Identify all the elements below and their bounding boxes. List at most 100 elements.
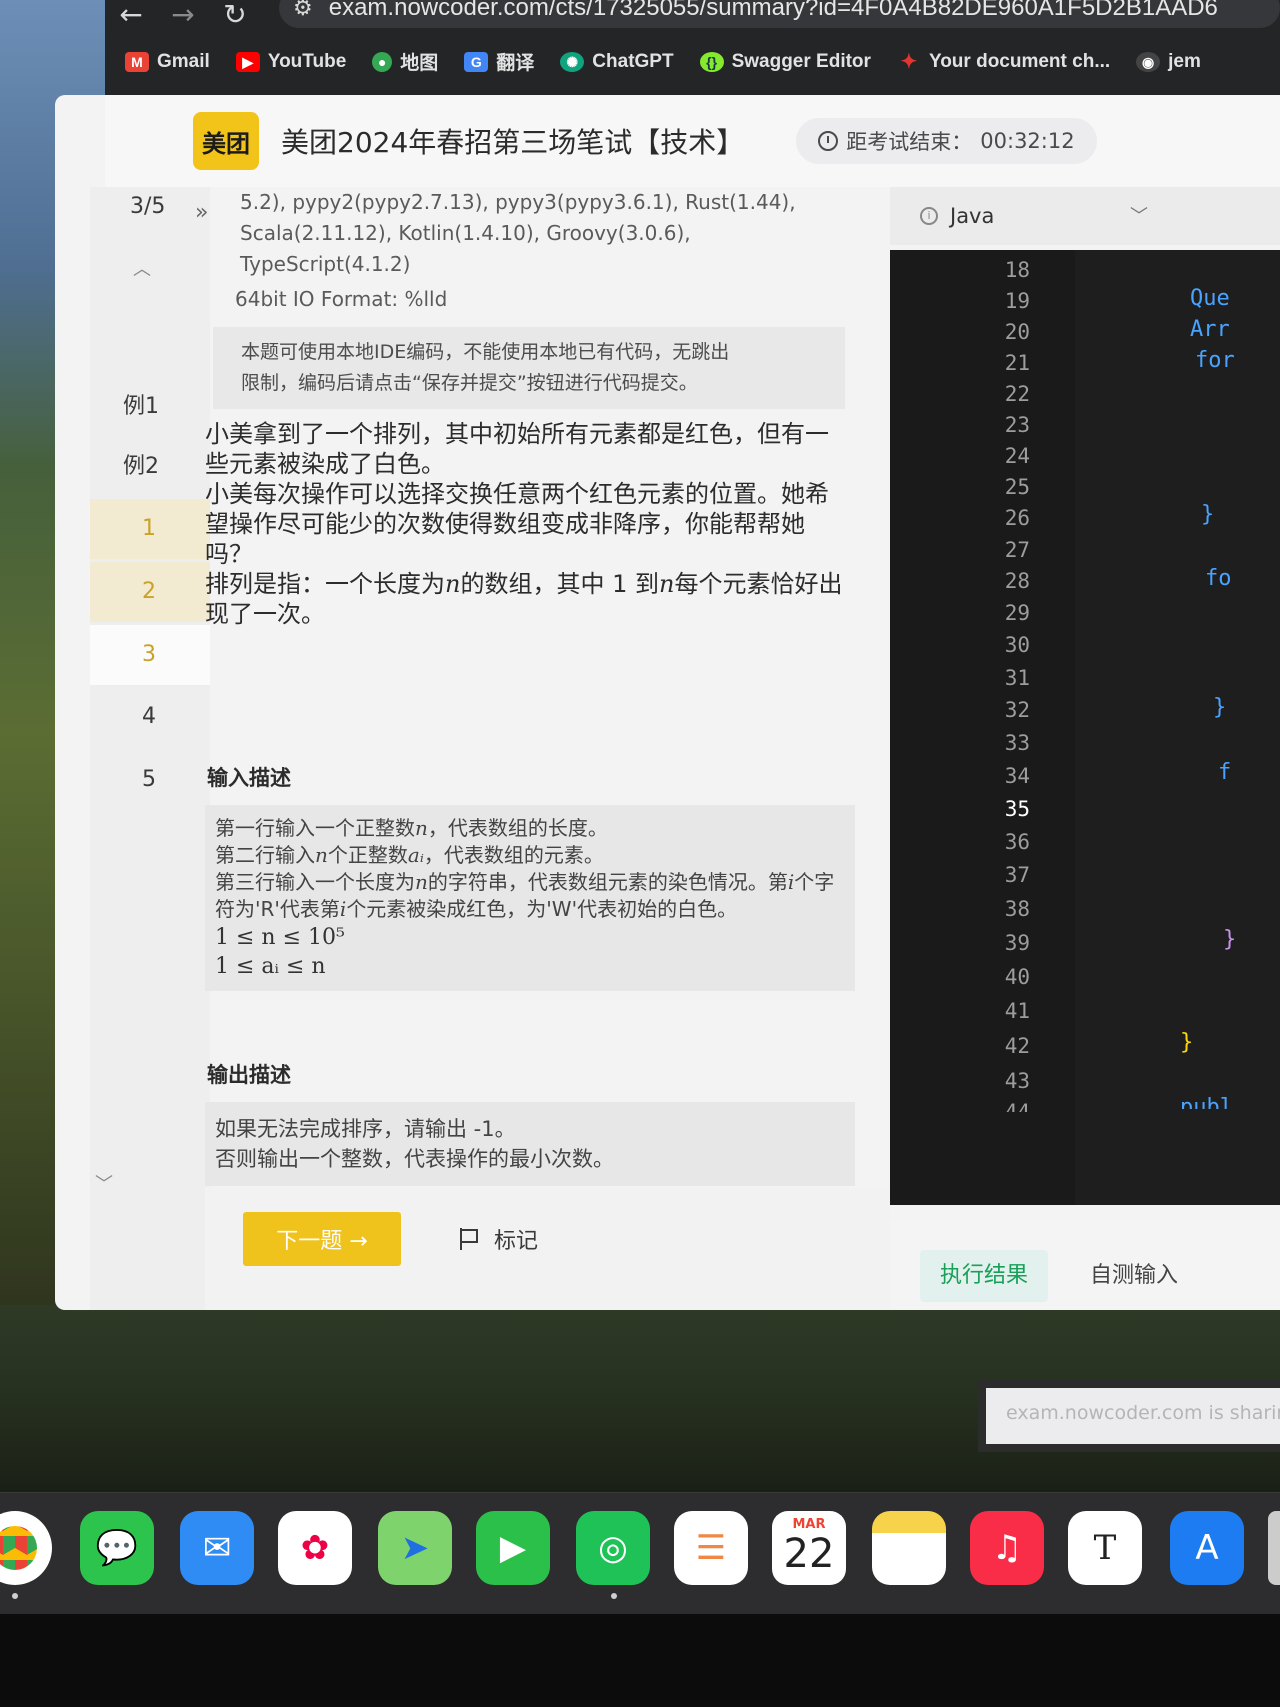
mark-label: 标记 xyxy=(494,1229,539,1254)
bookmark-label: Swagger Editor xyxy=(731,50,871,72)
line-number: 30 xyxy=(1004,633,1030,657)
constraint-n: 1 ≤ n ≤ 10⁵ xyxy=(215,925,345,950)
music-icon[interactable]: ♫ xyxy=(970,1511,1044,1585)
browser-chrome: ← → ↻ ⚙ exam.nowcoder.com/cts/17325055/s… xyxy=(105,0,1280,100)
info-icon: i xyxy=(920,207,938,225)
math-var: n xyxy=(445,570,461,598)
code-editor[interactable]: 18 19 20 21 22 23 24 25 26 27 28 29 30 3… xyxy=(890,250,1280,1205)
reload-icon[interactable]: ↻ xyxy=(209,1,261,29)
math-var: aᵢ xyxy=(407,843,424,867)
tab-execution-result[interactable]: 执行结果 xyxy=(920,1250,1049,1302)
bookmark-maps[interactable]: ● 地图 xyxy=(372,48,438,75)
bookmark-swagger[interactable]: {} Swagger Editor xyxy=(699,50,871,73)
text-span: 排列是指：一个长度为 xyxy=(205,570,445,598)
bookmark-document[interactable]: ✦ Your document ch... xyxy=(897,50,1111,73)
text-span: 的数组，其中 1 到 xyxy=(460,570,659,598)
forward-icon[interactable]: → xyxy=(157,1,209,29)
question-nav: 3/5 例1 例2 1 2 3 4 5 xyxy=(90,187,210,1310)
calendar-icon[interactable]: MAR 22 xyxy=(772,1511,846,1585)
math-var: n xyxy=(659,570,675,598)
messages-icon[interactable]: 💬 xyxy=(80,1511,154,1585)
exam-header: 美团 美团2024年春招第三场笔试【技术】 距考试结束： 00:32:12 xyxy=(105,95,1280,187)
problem-description: 小美拿到了一个排列，其中初始所有元素都是红色，但有一些元素被染成了白色。 小美每… xyxy=(205,419,850,629)
code-brace: } xyxy=(1213,695,1227,720)
swagger-icon: {} xyxy=(699,51,724,72)
tab-self-test-input[interactable]: 自测输入 xyxy=(1070,1250,1198,1302)
bookmark-github[interactable]: ◉ jem xyxy=(1136,51,1201,73)
language-list: 5.2), pypy2(pypy2.7.13), pypy3(pypy3.6.1… xyxy=(240,187,840,280)
line-number: 34 xyxy=(1004,764,1030,788)
nav-question-4[interactable]: 4 xyxy=(90,687,210,747)
mail-icon[interactable]: ✉ xyxy=(180,1511,254,1585)
problem-content: 5.2), pypy2(pypy2.7.13), pypy3(pypy3.6.1… xyxy=(205,187,925,1187)
language-value: Java xyxy=(950,204,995,228)
facetime-icon[interactable]: ▶ xyxy=(476,1511,550,1585)
text-span: 的字符串，代表数组元素的染色情况。第 xyxy=(427,870,788,894)
dock-cutoff-icon[interactable] xyxy=(1268,1511,1280,1585)
input-line: 第一行输入一个正整数n，代表数组的长度。 xyxy=(215,815,835,842)
bookmark-label: 翻译 xyxy=(496,53,535,74)
line-number: 39 xyxy=(1004,931,1030,955)
nav-question-1[interactable]: 1 xyxy=(90,499,210,559)
bookmark-label: jem xyxy=(1168,50,1201,72)
flag-icon xyxy=(460,1228,480,1250)
toast-text: exam.nowcoder.com is sharing your screen… xyxy=(1006,1402,1280,1424)
site-settings-icon[interactable]: ⚙ xyxy=(293,0,313,21)
notice-line: 本题可使用本地IDE编码，不能使用本地已有代码，无跳出 xyxy=(241,341,730,363)
nav-question-2[interactable]: 2 xyxy=(90,562,210,622)
nav-example-1[interactable]: 例1 xyxy=(90,377,210,437)
chrome-icon[interactable] xyxy=(0,1511,52,1585)
typora-icon[interactable]: T xyxy=(1068,1511,1142,1585)
line-number: 36 xyxy=(1004,830,1030,854)
line-number: 42 xyxy=(1004,1034,1030,1058)
line-number: 33 xyxy=(1004,731,1030,755)
input-line: 第二行输入n个正整数aᵢ，代表数组的元素。 xyxy=(215,842,835,869)
line-number: 43 xyxy=(1004,1069,1030,1093)
result-tabs: 执行结果 自测输入 xyxy=(890,1222,1280,1310)
description-para: 小美拿到了一个排列，其中初始所有元素都是红色，但有一些元素被染成了白色。 xyxy=(205,420,829,478)
exam-timer: 距考试结束： 00:32:12 xyxy=(796,118,1097,164)
bookmark-label: 地图 xyxy=(400,53,439,74)
output-section-title: 输出描述 xyxy=(205,1059,291,1089)
back-icon[interactable]: ← xyxy=(105,1,157,29)
nav-question-5[interactable]: 5 xyxy=(90,750,210,810)
notes-icon[interactable] xyxy=(872,1511,946,1585)
meituan-logo: 美团 xyxy=(193,112,259,170)
section-title-text: 输出描述 xyxy=(207,1063,291,1087)
code-token: Arr xyxy=(1190,317,1230,342)
math-var: n xyxy=(315,843,328,867)
timer-label: 距考试结束： xyxy=(846,130,973,154)
line-number: 23 xyxy=(1004,413,1030,437)
nav-example-2[interactable]: 例2 xyxy=(90,437,210,497)
address-bar[interactable]: ⚙ exam.nowcoder.com/cts/17325055/summary… xyxy=(279,0,1280,28)
app-store-icon[interactable]: A xyxy=(1170,1511,1244,1585)
mark-button[interactable]: 标记 xyxy=(460,1223,538,1255)
output-description: 如果无法完成排序，请输出 -1。 否则输出一个整数，代表操作的最小次数。 xyxy=(205,1102,855,1186)
chevron-down-icon[interactable]: ﹀ xyxy=(95,1170,113,1196)
code-token: for xyxy=(1195,348,1235,373)
clock-icon xyxy=(818,131,839,151)
bookmark-gmail[interactable]: M Gmail xyxy=(125,51,210,73)
section-title-text: 输入描述 xyxy=(207,766,291,790)
bookmark-translate[interactable]: G 翻译 xyxy=(464,48,534,75)
chatgpt-icon: ✺ xyxy=(560,51,585,72)
wechat-icon[interactable]: ◎ xyxy=(576,1511,650,1585)
reminders-icon[interactable]: ☰ xyxy=(674,1511,748,1585)
line-number: 28 xyxy=(1004,569,1030,593)
gmail-icon: M xyxy=(125,51,149,72)
photos-icon[interactable]: ✿ xyxy=(278,1511,352,1585)
language-select[interactable]: i Java ﹀ xyxy=(890,187,1280,245)
maple-leaf-icon: ✦ xyxy=(900,50,918,73)
next-question-button[interactable]: 下一题 → xyxy=(243,1212,401,1266)
math-var: n xyxy=(415,870,428,894)
nav-question-3[interactable]: 3 xyxy=(90,625,210,685)
bookmark-chatgpt[interactable]: ✺ ChatGPT xyxy=(560,51,674,73)
maps-icon[interactable]: ➤ xyxy=(378,1511,452,1585)
bookmark-youtube[interactable]: ▶ YouTube xyxy=(235,51,346,73)
line-number: 31 xyxy=(1004,666,1030,690)
line-number: 37 xyxy=(1004,863,1030,887)
line-number: 32 xyxy=(1004,698,1030,722)
code-token: publ xyxy=(1180,1095,1233,1109)
code-brace: } xyxy=(1223,927,1237,952)
chevron-up-icon[interactable]: ︿ xyxy=(133,255,151,281)
